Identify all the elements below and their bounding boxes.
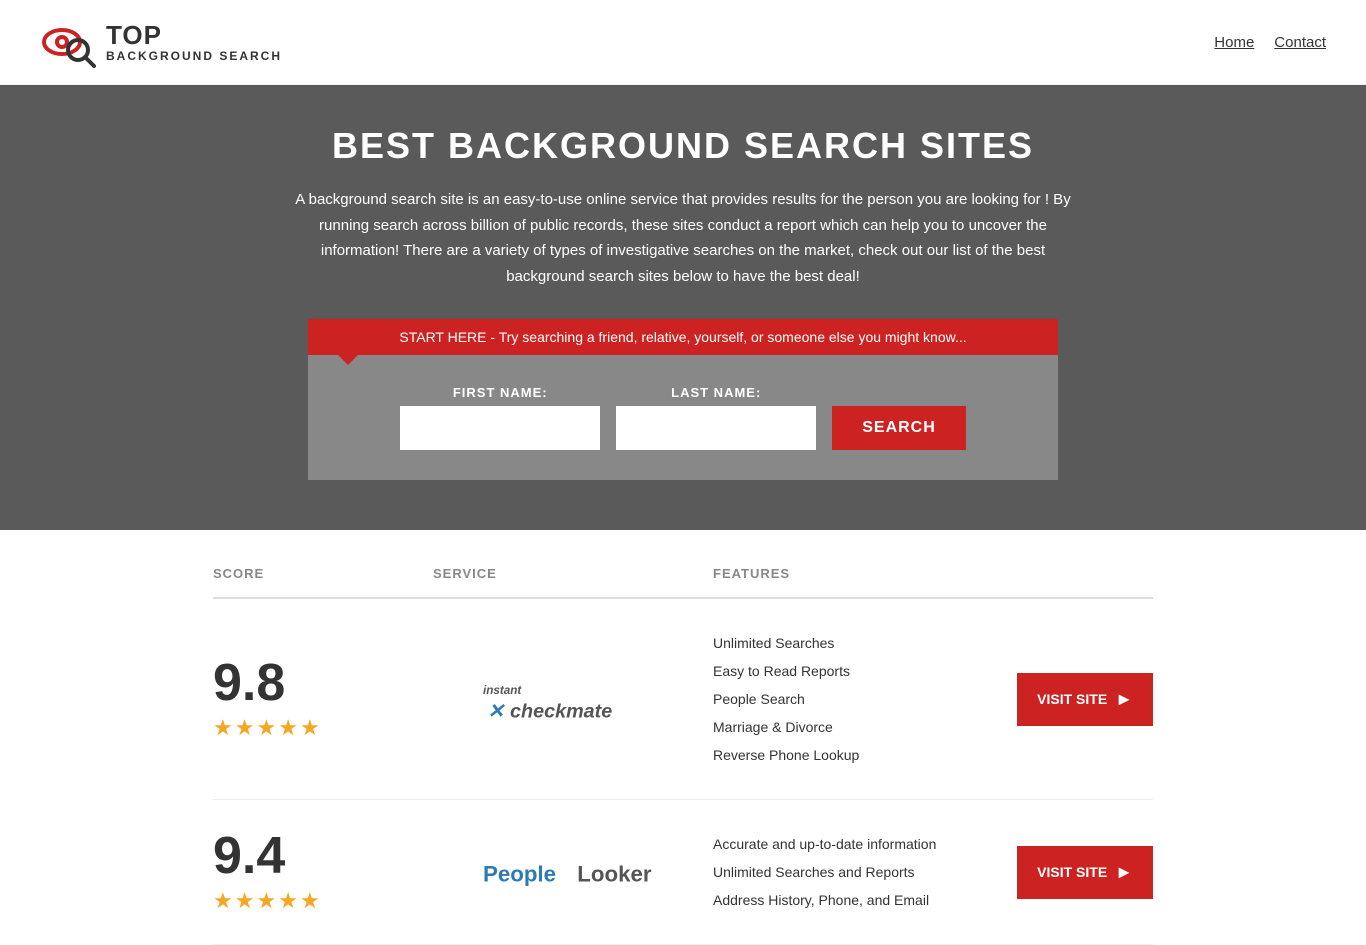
- star-1: ★: [213, 888, 233, 914]
- search-button[interactable]: SEARCH: [832, 406, 966, 450]
- table-row: 9.8 ★ ★ ★ ★ ★ instant ✕ checkmate: [213, 599, 1153, 800]
- results-header: SCORE SERVICE FEATURES: [213, 550, 1153, 599]
- nav-contact[interactable]: Contact: [1274, 34, 1326, 51]
- svg-text:instant: instant: [483, 684, 522, 697]
- site-header: TOP BACKGROUND SEARCH Home Contact: [0, 0, 1366, 85]
- stars-2: ★ ★ ★ ★ ★: [213, 888, 320, 914]
- list-item: People Search: [713, 685, 859, 713]
- star-4: ★: [278, 888, 298, 914]
- logo-icon: [40, 12, 100, 72]
- svg-text:✕: ✕: [488, 700, 506, 722]
- star-5: ★: [300, 715, 320, 741]
- search-fields: FIRST NAME: LAST NAME: SEARCH: [328, 385, 1038, 450]
- score-col-2: 9.4 ★ ★ ★ ★ ★: [213, 830, 433, 914]
- stars: ★ ★ ★ ★ ★: [213, 715, 320, 741]
- last-name-group: LAST NAME:: [616, 385, 816, 450]
- logo-text: TOP BACKGROUND SEARCH: [106, 21, 282, 63]
- checkmate-svg: instant ✕ checkmate: [483, 669, 663, 729]
- peoplelooker-svg: People Looker: [483, 839, 663, 899]
- search-box: FIRST NAME: LAST NAME: SEARCH: [308, 355, 1058, 480]
- first-name-input[interactable]: [400, 406, 600, 450]
- service-col: instant ✕ checkmate: [433, 669, 713, 729]
- star-2: ★: [235, 715, 255, 741]
- visit-site-button-1[interactable]: VISIT SITE ►: [1017, 673, 1153, 726]
- list-item: Unlimited Searches and Reports: [713, 858, 936, 886]
- last-name-label: LAST NAME:: [616, 385, 816, 400]
- page-title: BEST BACKGROUND SEARCH SITES: [20, 125, 1346, 167]
- list-item: Unlimited Searches: [713, 629, 859, 657]
- hero-section: BEST BACKGROUND SEARCH SITES A backgroun…: [0, 85, 1366, 530]
- arrow-icon-2: ►: [1115, 862, 1133, 883]
- col-features-header: FEATURES: [713, 566, 1153, 581]
- list-item: Address History, Phone, and Email: [713, 886, 936, 914]
- features-col-2: Accurate and up-to-date information Unli…: [713, 830, 1153, 914]
- star-3: ★: [256, 715, 276, 741]
- hero-description: A background search site is an easy-to-u…: [283, 187, 1083, 289]
- list-item: Marriage & Divorce: [713, 713, 859, 741]
- features-col: Unlimited Searches Easy to Read Reports …: [713, 629, 1153, 769]
- features-list: Unlimited Searches Easy to Read Reports …: [713, 629, 859, 769]
- visit-site-label-2: VISIT SITE: [1037, 864, 1107, 880]
- logo: TOP BACKGROUND SEARCH: [40, 12, 282, 72]
- col-service-header: SERVICE: [433, 566, 713, 581]
- list-item: Accurate and up-to-date information: [713, 830, 936, 858]
- score-number: 9.8: [213, 657, 285, 709]
- visit-site-label: VISIT SITE: [1037, 691, 1107, 707]
- svg-text:checkmate: checkmate: [510, 700, 612, 722]
- last-name-input[interactable]: [616, 406, 816, 450]
- col-score-header: SCORE: [213, 566, 433, 581]
- star-5: ★: [300, 888, 320, 914]
- nav-home[interactable]: Home: [1214, 34, 1254, 51]
- first-name-label: FIRST NAME:: [400, 385, 600, 400]
- features-list-2: Accurate and up-to-date information Unli…: [713, 830, 936, 914]
- star-3: ★: [256, 888, 276, 914]
- score-number-2: 9.4: [213, 830, 285, 882]
- list-item: Reverse Phone Lookup: [713, 741, 859, 769]
- main-nav: Home Contact: [1214, 34, 1326, 51]
- checkmate-logo: instant ✕ checkmate: [483, 669, 663, 729]
- list-item: Easy to Read Reports: [713, 657, 859, 685]
- score-col: 9.8 ★ ★ ★ ★ ★: [213, 657, 433, 741]
- visit-site-button-2[interactable]: VISIT SITE ►: [1017, 846, 1153, 899]
- logo-top: TOP: [106, 21, 282, 50]
- svg-text:People: People: [483, 861, 556, 886]
- results-section: SCORE SERVICE FEATURES 9.8 ★ ★ ★ ★ ★ ins…: [193, 550, 1173, 945]
- table-row: 9.4 ★ ★ ★ ★ ★ People Looker Accurate and…: [213, 800, 1153, 945]
- peoplelooker-logo: People Looker: [483, 839, 663, 906]
- svg-text:Looker: Looker: [577, 861, 652, 886]
- star-4: ★: [278, 715, 298, 741]
- arrow-icon: ►: [1115, 689, 1133, 710]
- first-name-group: FIRST NAME:: [400, 385, 600, 450]
- search-prompt: START HERE - Try searching a friend, rel…: [308, 319, 1058, 355]
- star-2: ★: [235, 888, 255, 914]
- logo-bottom: BACKGROUND SEARCH: [106, 50, 282, 63]
- service-col-2: People Looker: [433, 839, 713, 906]
- star-1: ★: [213, 715, 233, 741]
